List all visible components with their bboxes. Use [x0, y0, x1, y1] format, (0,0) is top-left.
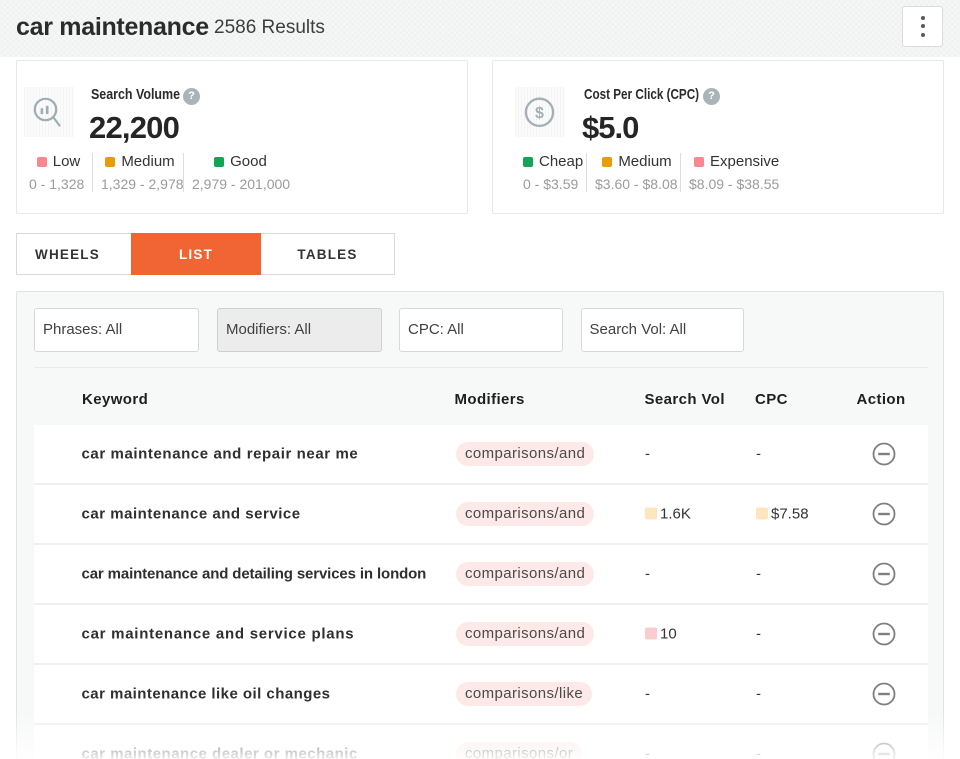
svg-text:$: $: [535, 105, 544, 122]
